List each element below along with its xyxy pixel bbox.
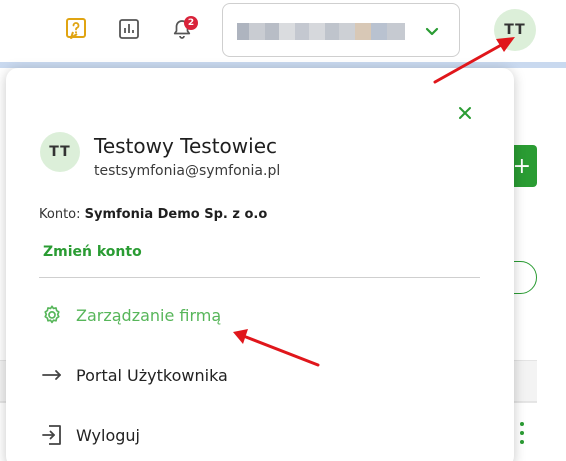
annotation-arrow-avatar [233,37,515,367]
